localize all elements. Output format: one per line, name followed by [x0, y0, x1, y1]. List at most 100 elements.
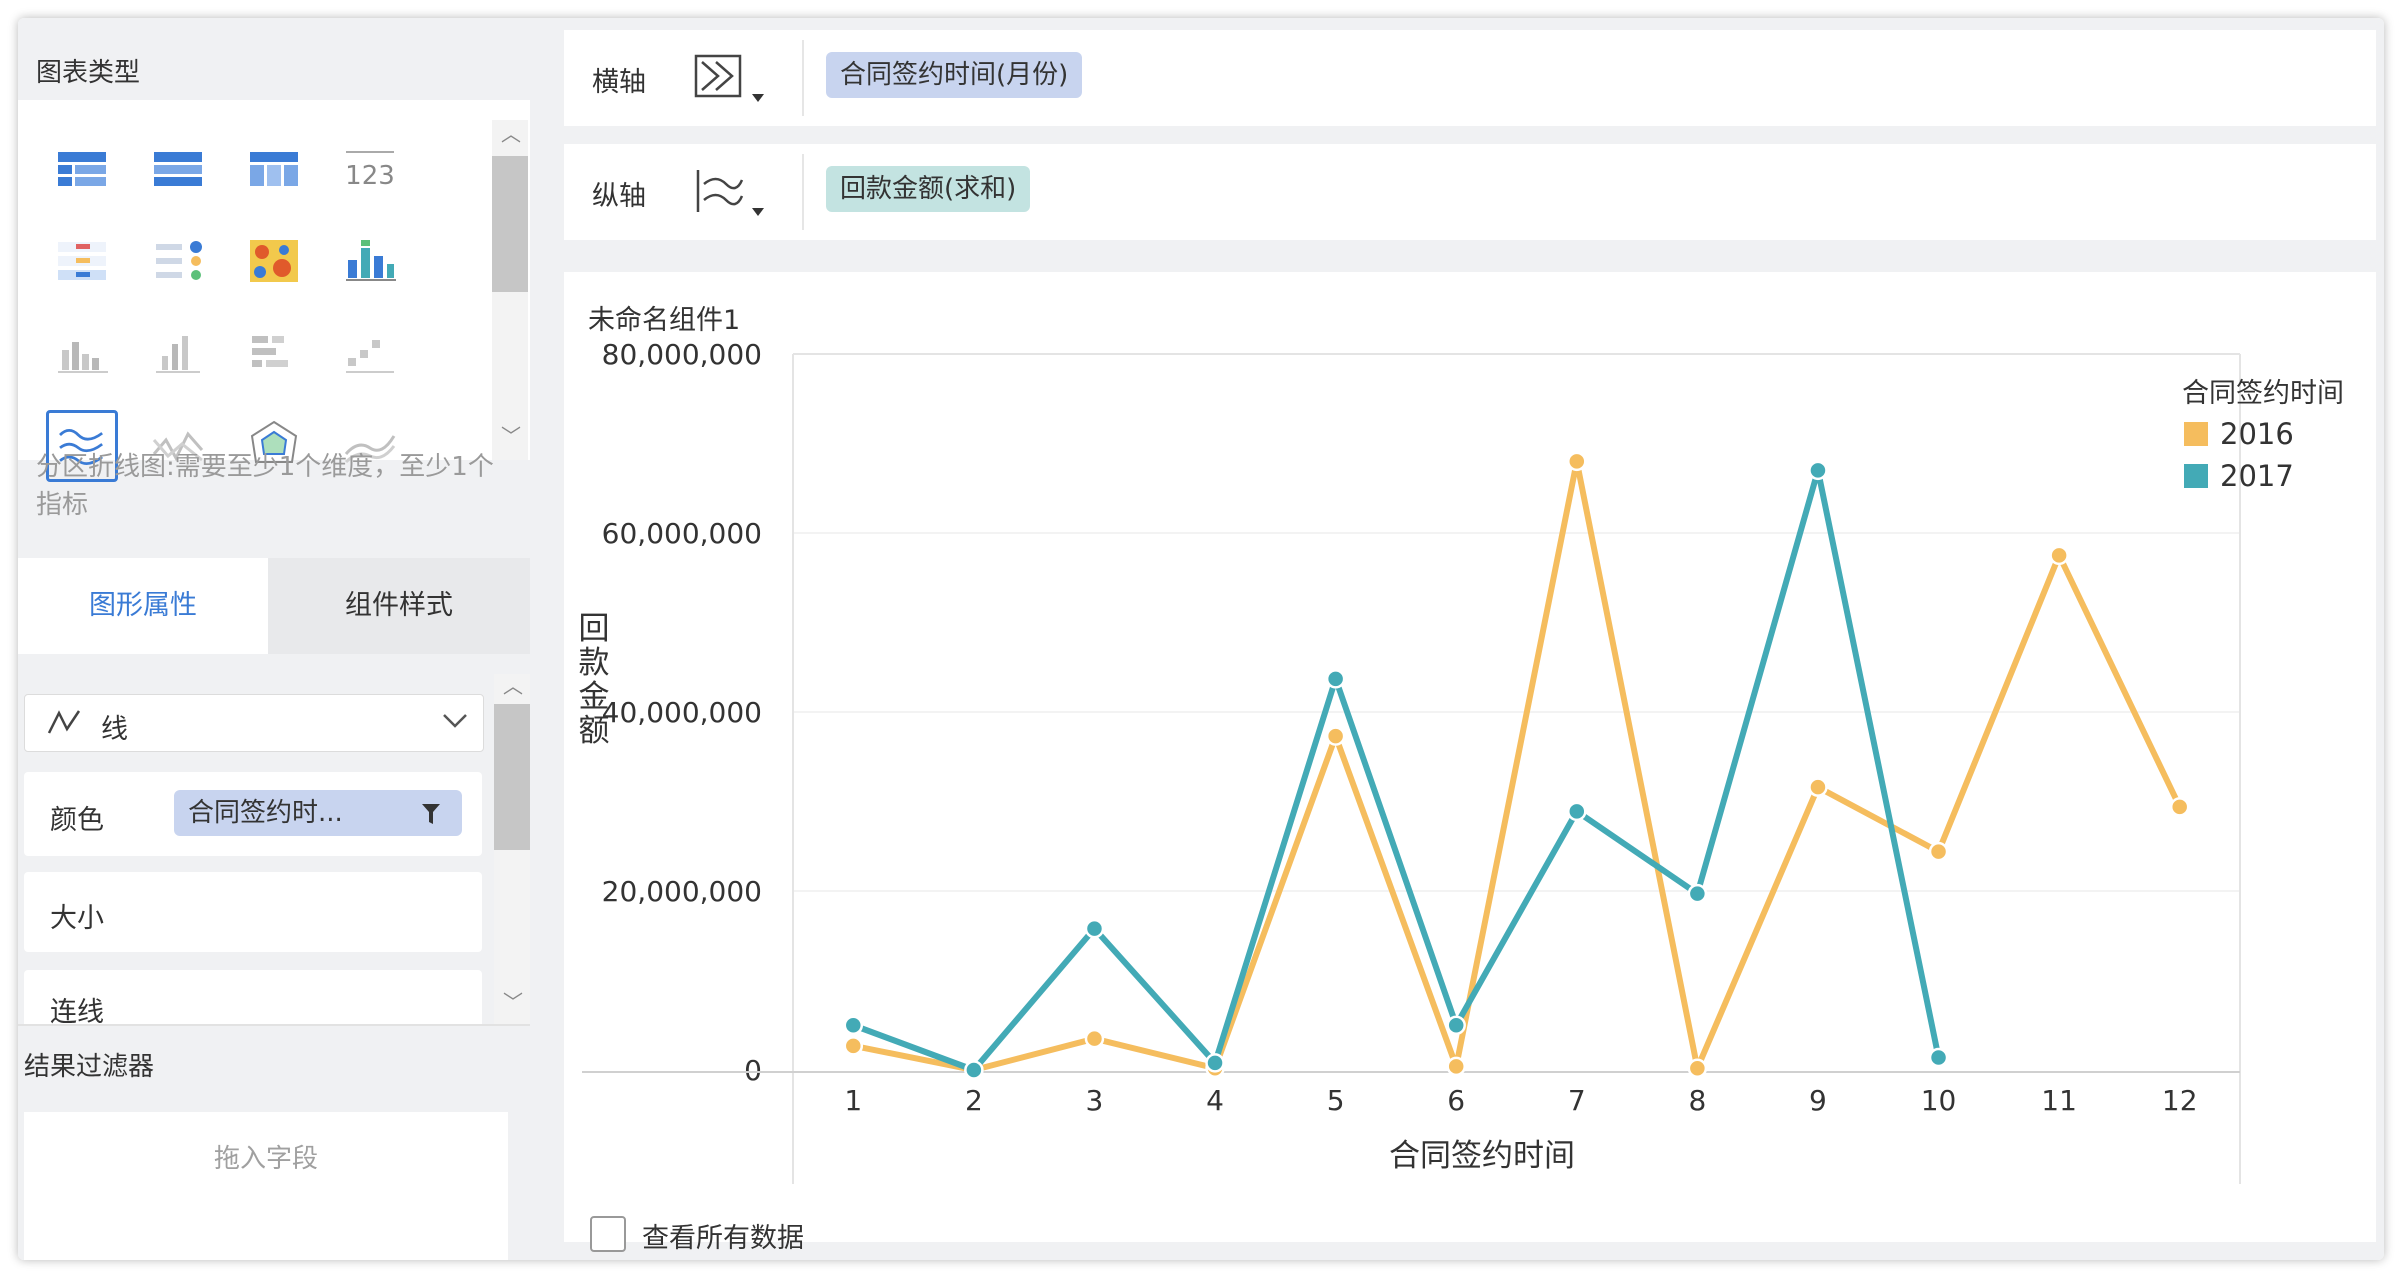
chart-legend: 合同签约时间 2016 2017: [2182, 378, 2344, 493]
chart-axes: 0 20,000,000 40,000,000 60,000,000 80,000,00…: [579, 338, 2241, 1184]
y-tick-label: 0: [744, 1054, 762, 1087]
data-point: [1325, 726, 1346, 746]
tab-graphic-properties[interactable]: 图形属性: [18, 558, 268, 654]
x-tick-label: 3: [1086, 1084, 1104, 1117]
properties-scrollbar[interactable]: ︿ ﹀: [494, 674, 530, 1024]
chevron-down-icon: [441, 711, 469, 735]
result-filter-dropzone[interactable]: 拖入字段: [24, 1112, 508, 1260]
x-tick-label: 4: [1206, 1084, 1224, 1117]
kpi-number-icon[interactable]: 123: [334, 134, 406, 206]
divider: [802, 40, 804, 116]
size-property[interactable]: 大小: [24, 872, 482, 952]
x-tick-label: 9: [1809, 1084, 1827, 1117]
data-point: [1446, 1015, 1466, 1035]
result-filter-title: 结果过滤器: [24, 1052, 155, 1082]
series-line: [852, 467, 1942, 1073]
legend-label: 2017: [2220, 459, 2294, 493]
data-point: [1687, 1058, 1708, 1078]
x-tick-label: 10: [1921, 1084, 1957, 1117]
data-point: [1446, 1056, 1466, 1077]
property-tabs: 图形属性 组件样式: [18, 558, 530, 654]
y-axis-field-pill[interactable]: 回款金额(求和): [826, 166, 1031, 212]
scroll-thumb[interactable]: [494, 704, 530, 850]
x-tick-label: 1: [844, 1084, 862, 1117]
x-tick-label: 7: [1568, 1084, 1586, 1117]
column-chart-icon[interactable]: [142, 318, 214, 390]
h-bar-icon[interactable]: [238, 318, 310, 390]
chart-grid: [793, 532, 2240, 892]
svg-text:123: 123: [345, 161, 395, 191]
x-axis-row: 横轴 合同签约时间(月份): [564, 30, 2376, 126]
legend-swatch: [2184, 422, 2208, 446]
legend-swatch: [2184, 464, 2208, 488]
data-point: [1325, 669, 1346, 689]
series-2017: [843, 460, 1949, 1080]
connect-property[interactable]: 连线: [24, 970, 482, 1028]
x-tick-label: 12: [2162, 1084, 2198, 1117]
chart-type-hint: 分区折线图:需要至少1个维度，至少1个指标: [36, 452, 494, 520]
data-point: [1808, 460, 1828, 481]
legend-label: 2016: [2220, 417, 2294, 451]
x-tick-label: 6: [1447, 1084, 1465, 1117]
line-mark-icon: [47, 707, 81, 741]
graphic-properties: 线 颜色 合同签约时... 大小 连线 ︿ ﹀: [18, 654, 530, 1028]
y-axis-title: 回款金额: [579, 611, 610, 749]
data-point: [1687, 883, 1708, 904]
scroll-up-icon[interactable]: ︿: [501, 124, 521, 144]
data-point: [843, 1015, 864, 1035]
data-point: [964, 1060, 984, 1080]
data-point: [1928, 841, 1949, 862]
x-axis-label: 横轴: [592, 67, 646, 98]
color-field-pill[interactable]: 合同签约时...: [174, 790, 462, 836]
data-point: [1567, 801, 1587, 822]
tab-component-style[interactable]: 组件样式: [268, 558, 530, 654]
x-tick-label: 2: [965, 1084, 983, 1117]
data-point: [1928, 1047, 1949, 1068]
group-table-icon[interactable]: [142, 134, 214, 206]
scroll-thumb[interactable]: [492, 156, 528, 292]
data-point: [1084, 1028, 1105, 1049]
chart-type-scrollbar[interactable]: ︿ ﹀: [492, 120, 528, 460]
x-axis-type-icon[interactable]: [692, 52, 772, 108]
y-tick-label: 40,000,000: [602, 696, 762, 729]
chart-type-title: 图表类型: [36, 58, 141, 88]
divider: [18, 1024, 530, 1026]
color-field-text: 合同签约时...: [188, 798, 343, 828]
data-point: [1084, 918, 1105, 939]
chart-series: [843, 451, 2190, 1080]
view-all-label: 查看所有数据: [642, 1223, 804, 1254]
chart-type-picker: 123 ︿ ﹀: [18, 100, 530, 482]
y-tick-label: 20,000,000: [602, 875, 762, 908]
x-tick-label: 5: [1327, 1084, 1345, 1117]
y-axis-row: 纵轴 回款金额(求和): [564, 144, 2376, 240]
data-point: [1205, 1053, 1225, 1073]
detail-table-icon[interactable]: [46, 134, 118, 206]
mark-type-select[interactable]: 线: [24, 694, 484, 752]
y-tick-label: 60,000,000: [602, 517, 762, 550]
panel-gutter: [530, 18, 564, 1260]
data-point: [843, 1036, 864, 1056]
app-window: 图表类型 123 ︿ ﹀ 分区折线图:需要至少1个维度，至少1个指标 图形属性 …: [18, 18, 2384, 1260]
dot-list-icon[interactable]: [142, 226, 214, 298]
chart-widget: 未命名组件1 0 20,000,000 40,000,000 60,000,000 80…: [564, 272, 2376, 1254]
scroll-up-icon[interactable]: ︿: [503, 676, 523, 696]
legend-title: 合同签约时间: [2182, 378, 2344, 409]
filter-icon[interactable]: [420, 790, 442, 851]
line-chart: 0 20,000,000 40,000,000 60,000,000 80,000,00…: [579, 338, 2344, 1184]
chart-type-grid: 123: [36, 120, 476, 482]
step-chart-icon[interactable]: [334, 318, 406, 390]
data-point: [1567, 451, 1587, 472]
data-point: [2049, 545, 2069, 566]
kpi-list-icon[interactable]: [46, 226, 118, 298]
scroll-down-icon[interactable]: ﹀: [501, 426, 521, 446]
x-axis-field-pill[interactable]: 合同签约时间(月份): [826, 52, 1083, 98]
bar-chart-icon[interactable]: [46, 318, 118, 390]
scroll-down-icon[interactable]: ﹀: [503, 992, 523, 1012]
x-tick-label: 11: [2041, 1084, 2077, 1117]
y-axis-type-icon[interactable]: [692, 166, 772, 222]
y-tick-label: 80,000,000: [602, 338, 762, 371]
heatmap-icon[interactable]: [238, 226, 310, 298]
cross-table-icon[interactable]: [238, 134, 310, 206]
view-all-checkbox[interactable]: [590, 1216, 626, 1252]
stacked-bar-icon[interactable]: [334, 226, 406, 298]
